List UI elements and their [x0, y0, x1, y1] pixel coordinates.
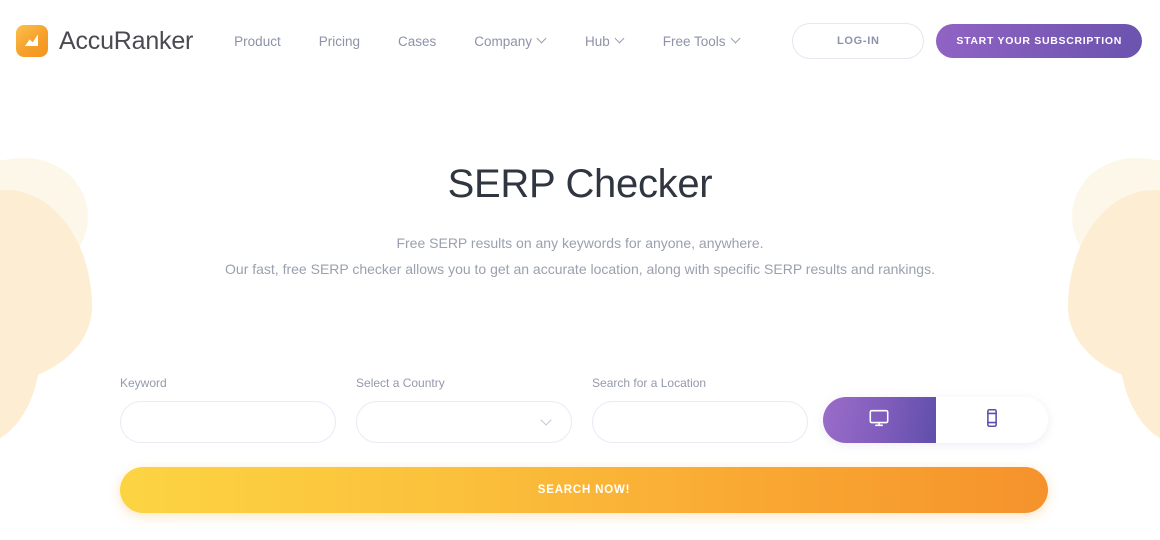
- start-subscription-button[interactable]: START YOUR SUBSCRIPTION: [936, 24, 1142, 58]
- brand-logo-link[interactable]: AccuRanker: [16, 25, 193, 57]
- country-label: Select a Country: [356, 376, 445, 390]
- nav-item-hub[interactable]: Hub: [566, 26, 644, 57]
- brand-name: AccuRanker: [59, 26, 194, 55]
- keyword-field-group: Keyword: [120, 376, 337, 443]
- nav-label: Free Tools: [662, 33, 726, 49]
- serp-search-form: Keyword Select a Country Search for a Lo…: [120, 376, 1049, 513]
- nav-label: Company: [474, 33, 533, 49]
- device-toggle-mobile[interactable]: [936, 397, 1048, 443]
- keyword-label: Keyword: [120, 376, 167, 390]
- nav-item-company[interactable]: Company: [455, 26, 566, 57]
- search-now-button[interactable]: SEARCH NOW!: [120, 467, 1048, 513]
- device-toggle-group: [823, 397, 1049, 443]
- nav-item-free-tools[interactable]: Free Tools: [644, 26, 760, 57]
- site-header: AccuRanker Product Pricing Cases Company…: [0, 0, 1160, 82]
- location-label: Search for a Location: [592, 376, 707, 390]
- country-select[interactable]: [356, 401, 573, 443]
- decorative-blob-left-3: [0, 278, 40, 446]
- nav-label: Cases: [397, 33, 437, 49]
- header-actions: LOG-IN START YOUR SUBSCRIPTION: [792, 23, 1142, 59]
- hero-subtitle-line-2: Our fast, free SERP checker allows you t…: [225, 261, 935, 278]
- hero-subtitle: Free SERP results on any keywords for an…: [0, 230, 1160, 282]
- decorative-blob-right-3: [1120, 278, 1160, 446]
- chevron-down-icon: [616, 35, 625, 44]
- chevron-down-icon: [538, 35, 547, 44]
- nav-label: Hub: [585, 33, 610, 49]
- nav-label: Pricing: [318, 33, 360, 49]
- page-title: SERP Checker: [447, 162, 713, 206]
- nav-item-pricing[interactable]: Pricing: [300, 26, 379, 57]
- country-field-group: Select a Country: [356, 376, 573, 443]
- chevron-down-icon: [732, 35, 741, 44]
- login-button[interactable]: LOG-IN: [792, 23, 925, 59]
- mobile-phone-icon: [981, 407, 1003, 434]
- serp-checker-page: AccuRanker Product Pricing Cases Company…: [0, 0, 1160, 540]
- keyword-input[interactable]: [120, 401, 337, 443]
- search-fields-row: Keyword Select a Country Search for a Lo…: [120, 376, 1049, 443]
- hero-subtitle-line-1: Free SERP results on any keywords for an…: [396, 235, 764, 251]
- nav-label: Product: [234, 33, 281, 49]
- main-navigation: Product Pricing Cases Company Hub Free T…: [215, 26, 759, 57]
- location-input[interactable]: [592, 401, 809, 443]
- nav-item-product[interactable]: Product: [215, 26, 300, 57]
- nav-item-cases[interactable]: Cases: [379, 26, 455, 57]
- desktop-monitor-icon: [868, 407, 890, 434]
- location-field-group: Search for a Location: [592, 376, 809, 443]
- device-toggle-desktop[interactable]: [823, 397, 936, 443]
- hero-section: SERP Checker Free SERP results on any ke…: [0, 160, 1160, 282]
- chart-mountain-logo-icon: [16, 25, 48, 57]
